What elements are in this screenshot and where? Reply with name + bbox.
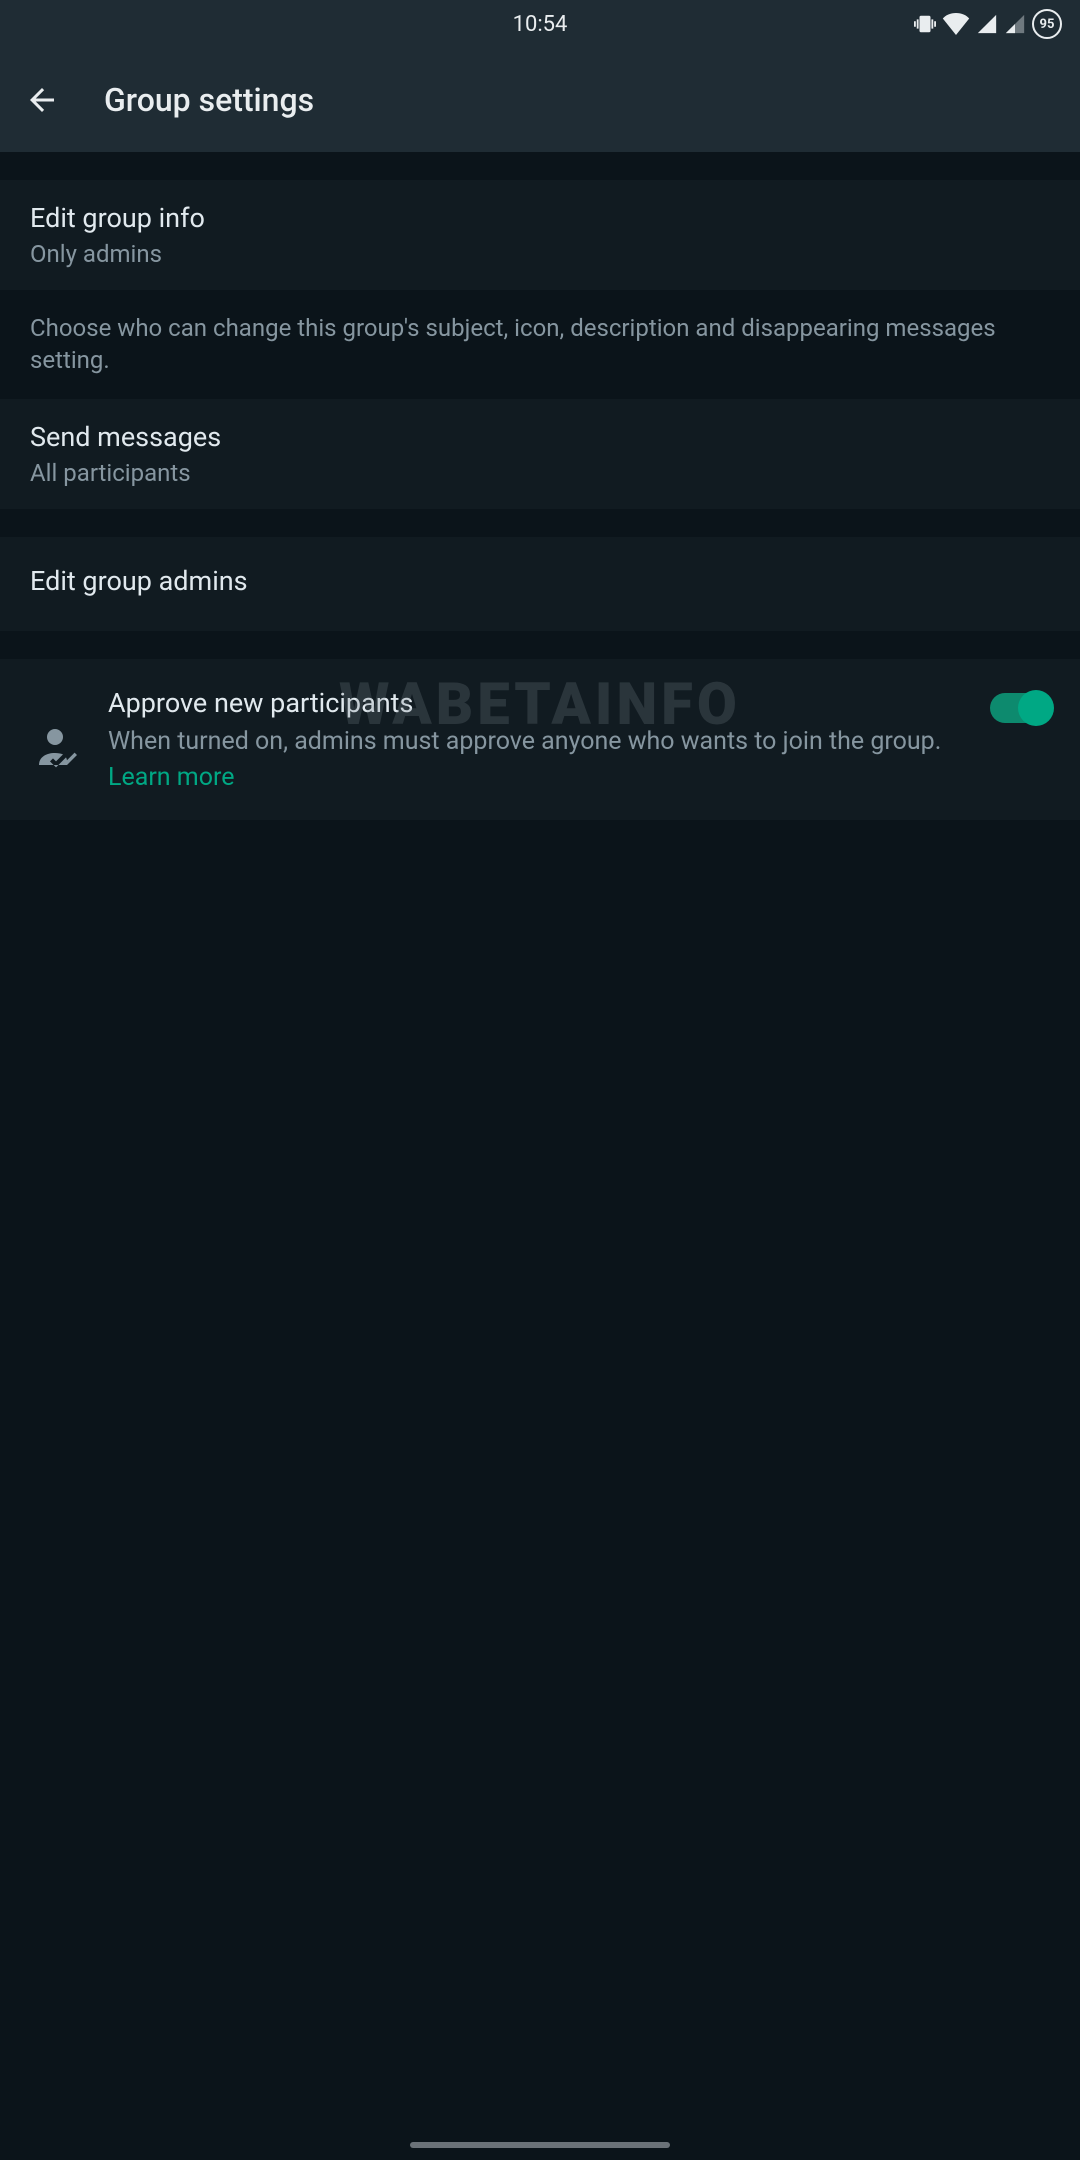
signal-icon-1 [976, 13, 998, 35]
back-button[interactable] [20, 78, 64, 122]
approve-toggle[interactable] [990, 693, 1050, 723]
setting-subtitle: All participants [30, 459, 1050, 487]
status-time: 10:54 [513, 12, 568, 37]
person-check-icon [30, 727, 80, 769]
approve-description: When turned on, admins must approve anyo… [108, 725, 970, 759]
status-icons: 95 [914, 9, 1062, 39]
navigation-bar[interactable] [410, 2142, 670, 2148]
divider [0, 152, 1080, 180]
approve-title: Approve new participants [108, 687, 970, 719]
setting-title: Edit group info [30, 202, 1050, 234]
battery-level: 95 [1040, 17, 1055, 32]
divider [0, 631, 1080, 659]
battery-icon: 95 [1032, 9, 1062, 39]
app-bar: Group settings [0, 48, 1080, 152]
setting-send-messages[interactable]: Send messages All participants [0, 399, 1080, 509]
vibrate-icon [914, 13, 936, 35]
wifi-icon [942, 13, 970, 35]
learn-more-link[interactable]: Learn more [108, 763, 970, 792]
page-title: Group settings [104, 81, 314, 119]
setting-approve-participants[interactable]: WABETAINFO Approve new participants When… [0, 659, 1080, 820]
setting-edit-group-info[interactable]: Edit group info Only admins [0, 180, 1080, 290]
setting-title: Send messages [30, 421, 1050, 453]
setting-edit-admins[interactable]: Edit group admins [0, 537, 1080, 631]
setting-title: Edit group admins [30, 565, 1050, 597]
setting-subtitle: Only admins [30, 240, 1050, 268]
arrow-left-icon [24, 82, 60, 118]
signal-icon-2 [1004, 13, 1026, 35]
toggle-knob [1018, 690, 1054, 726]
setting-description: Choose who can change this group's subje… [0, 290, 1080, 399]
status-bar: 10:54 95 [0, 0, 1080, 48]
divider [0, 509, 1080, 537]
